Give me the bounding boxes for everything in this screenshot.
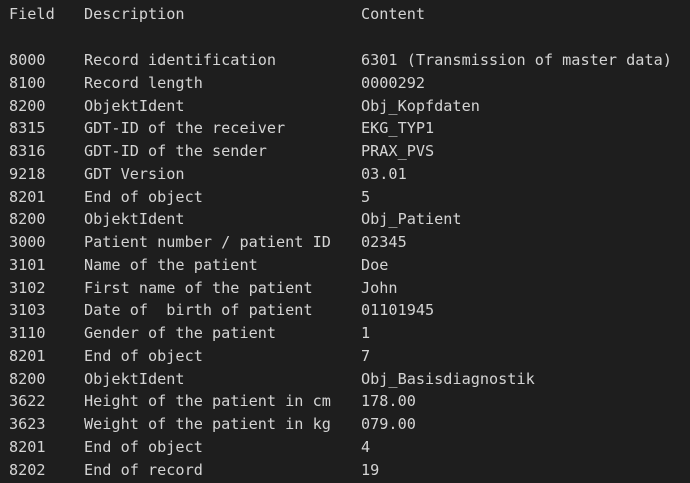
table-row: 3622 Height of the patient in cm 178.00	[0, 390, 690, 412]
field-code: 3622	[9, 392, 46, 411]
field-content: 6301 (Transmission of master data)	[361, 51, 672, 69]
field-content: 5	[361, 187, 371, 206]
field-code: 8000	[9, 51, 46, 69]
header-description: Description	[84, 5, 185, 23]
table-row: 8200 ObjektIdent Obj_Kopfdaten	[0, 95, 690, 117]
field-code: 8316	[9, 142, 46, 160]
field-description: Height of the patient in cm	[84, 392, 331, 411]
header-field: Field	[9, 5, 55, 23]
table-row: 8201 End of object 5	[0, 186, 690, 208]
field-code: 8200	[9, 96, 46, 115]
field-content: Doe	[361, 255, 389, 274]
field-description: Date of birth of patient	[84, 301, 313, 320]
field-code: 3103	[9, 301, 46, 320]
field-content: John	[361, 278, 398, 297]
field-content: 079.00	[361, 415, 416, 433]
table-row: 3101 Name of the patient Doe	[0, 254, 690, 276]
field-description: GDT Version	[84, 164, 185, 183]
field-code: 8200	[9, 210, 46, 229]
field-description: ObjektIdent	[84, 96, 185, 115]
table-row: 3000 Patient number / patient ID 02345	[0, 231, 690, 253]
field-content: Obj_Patient	[361, 210, 462, 229]
field-content: PRAX_PVS	[361, 142, 435, 160]
field-content: 01101945	[361, 301, 435, 320]
field-code: 3110	[9, 324, 46, 342]
table-row: 8200 ObjektIdent Obj_Patient	[0, 208, 690, 230]
table-row: 9218 GDT Version 03.01	[0, 163, 690, 185]
field-description: End of object	[84, 187, 203, 206]
field-content: 19	[361, 460, 380, 479]
field-content: Obj_Basisdiagnostik	[361, 369, 535, 388]
field-content: 0000292	[361, 73, 426, 92]
field-description: ObjektIdent	[84, 369, 185, 388]
field-description: GDT-ID of the sender	[84, 142, 267, 160]
table-row: 8202 End of record 19	[0, 459, 690, 481]
table-row: 3110 Gender of the patient 1	[0, 322, 690, 344]
field-code: 8201	[9, 346, 46, 365]
table-row: 8201 End of object 7	[0, 345, 690, 367]
field-description: End of record	[84, 460, 203, 479]
field-content: EKG_TYP1	[361, 119, 435, 138]
field-description: Name of the patient	[84, 255, 258, 274]
field-description: Record identification	[84, 51, 277, 69]
field-code: 3102	[9, 278, 46, 297]
field-code: 3101	[9, 255, 46, 274]
table-row: 8200 ObjektIdent Obj_Basisdiagnostik	[0, 368, 690, 390]
field-content: 03.01	[361, 164, 407, 183]
field-code: 3000	[9, 233, 46, 251]
field-code: 8100	[9, 73, 46, 92]
field-description: End of object	[84, 437, 203, 456]
field-description: Record length	[84, 73, 203, 92]
field-code: 8315	[9, 119, 46, 138]
table-row: 8315 GDT-ID of the receiver EKG_TYP1	[0, 117, 690, 139]
table-row: 8100 Record length 0000292	[0, 72, 690, 94]
field-code: 9218	[9, 164, 46, 183]
table-row: 8000 Record identification 6301 (Transmiss…	[0, 49, 690, 71]
field-description: First name of the patient	[84, 278, 313, 297]
field-description: End of object	[84, 346, 203, 365]
field-description: Weight of the patient in kg	[84, 415, 331, 433]
field-description: ObjektIdent	[84, 210, 185, 229]
field-code: 8200	[9, 369, 46, 388]
field-description: GDT-ID of the receiver	[84, 119, 286, 138]
field-content: 178.00	[361, 392, 416, 411]
field-code: 3623	[9, 415, 46, 433]
table-row: 8201 End of object 4	[0, 436, 690, 458]
field-content: 7	[361, 346, 371, 365]
field-description: Patient number / patient ID	[84, 233, 331, 251]
table-row: 3102 First name of the patient John	[0, 277, 690, 299]
field-content: 4	[361, 437, 371, 456]
table-row: 3623 Weight of the patient in kg 079.00	[0, 413, 690, 435]
field-code: 8201	[9, 437, 46, 456]
header-content: Content	[361, 5, 426, 23]
table-row: 8316 GDT-ID of the sender PRAX_PVS	[0, 140, 690, 162]
field-content: 1	[361, 324, 371, 342]
table-row: 3103 Date of birth of patient 01101945	[0, 299, 690, 321]
field-code: 8202	[9, 460, 46, 479]
field-content: 02345	[361, 233, 407, 251]
gdt-record-viewer: Field Description Content 8000 Record ide…	[0, 0, 690, 483]
field-code: 8201	[9, 187, 46, 206]
header-row: Field Description Content	[0, 3, 690, 25]
field-content: Obj_Kopfdaten	[361, 96, 480, 115]
field-description: Gender of the patient	[84, 324, 277, 342]
